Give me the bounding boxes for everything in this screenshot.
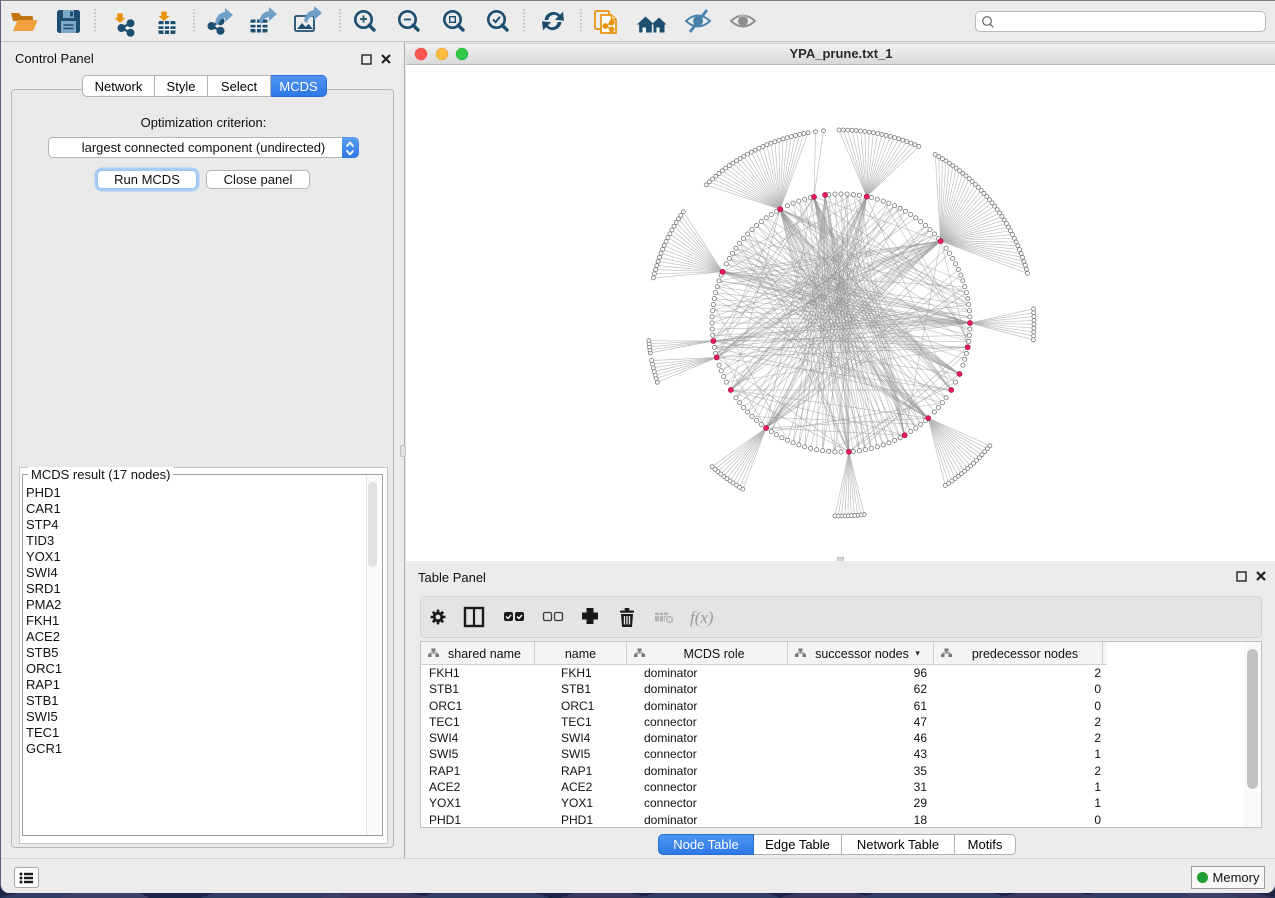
svg-text:f(x): f(x) (690, 608, 714, 627)
